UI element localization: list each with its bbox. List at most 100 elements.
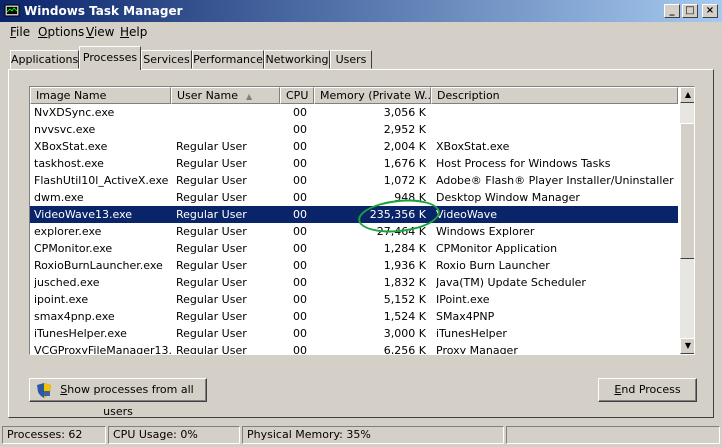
- end-process-button[interactable]: End Process: [598, 378, 697, 402]
- list-header: Image Name User Name ▲ CPU Memory (Privat…: [30, 87, 678, 104]
- cell-user-name: Regular User: [176, 310, 247, 323]
- arrow-up-icon: ▲: [684, 90, 692, 99]
- tab-services[interactable]: Services: [141, 50, 192, 69]
- cell-user-name: Regular User: [176, 191, 247, 204]
- column-cpu[interactable]: CPU: [280, 87, 314, 104]
- table-row[interactable]: CPMonitor.exe Regular User 00 1,284 K CPMoni…: [30, 240, 678, 257]
- menu-help[interactable]: Help: [120, 25, 147, 39]
- status-physical-memory: Physical Memory: 35%: [242, 426, 504, 444]
- vertical-scrollbar[interactable]: ▲ ▼: [680, 87, 694, 354]
- status-bar: Processes: 62 CPU Usage: 0% Physical Mem…: [0, 424, 722, 447]
- cell-memory: 1,284 K: [383, 242, 426, 255]
- cell-memory: 1,072 K: [383, 174, 426, 187]
- cell-user-name: Regular User: [176, 276, 247, 289]
- cell-user-name: Regular User: [176, 327, 247, 340]
- table-row[interactable]: VCGProxyFileManager13.... Regular User 00 6…: [30, 342, 678, 355]
- menu-file[interactable]: File: [10, 25, 30, 39]
- tab-users[interactable]: Users: [330, 50, 372, 69]
- task-manager-icon: [4, 4, 20, 17]
- cell-cpu: 00: [293, 259, 307, 272]
- cell-image-name: RoxioBurnLauncher.exe: [34, 259, 163, 272]
- close-icon: ×: [705, 5, 715, 16]
- cell-memory: 2,952 K: [383, 123, 426, 136]
- table-row[interactable]: dwm.exe Regular User 00 948 K Desktop Window…: [30, 189, 678, 206]
- cell-memory: 1,676 K: [383, 157, 426, 170]
- cell-user-name: Regular User: [176, 174, 247, 187]
- table-row[interactable]: jusched.exe Regular User 00 1,832 K Java(TM)…: [30, 274, 678, 291]
- cell-image-name: CPMonitor.exe: [34, 242, 113, 255]
- cell-description: IPoint.exe: [436, 293, 490, 306]
- cell-memory: 1,524 K: [383, 310, 426, 323]
- cell-user-name: Regular User: [176, 157, 247, 170]
- table-row[interactable]: taskhost.exe Regular User 00 1,676 K Host Pr…: [30, 155, 678, 172]
- table-row[interactable]: explorer.exe Regular User 00 27,464 K Window…: [30, 223, 678, 240]
- tab-performance[interactable]: Performance: [192, 50, 264, 69]
- cell-image-name: smax4pnp.exe: [34, 310, 115, 323]
- tab-strip: Applications Processes Services Performa…: [0, 46, 722, 70]
- process-list[interactable]: Image Name User Name ▲ CPU Memory (Privat…: [29, 86, 695, 355]
- minimize-icon: _: [669, 5, 675, 16]
- menu-options[interactable]: Options: [38, 25, 84, 39]
- cell-memory: 1,832 K: [383, 276, 426, 289]
- status-processes: Processes: 62: [2, 426, 106, 444]
- cell-image-name: jusched.exe: [34, 276, 100, 289]
- cell-description: Adobe® Flash® Player Installer/Uninstall…: [436, 174, 676, 187]
- column-image-name[interactable]: Image Name: [30, 87, 171, 104]
- menu-view[interactable]: View: [86, 25, 114, 39]
- table-row[interactable]: RoxioBurnLauncher.exe Regular User 00 1,936…: [30, 257, 678, 274]
- minimize-button[interactable]: _: [664, 4, 680, 18]
- cell-memory: 27,464 K: [376, 225, 426, 238]
- cell-memory: 235,356 K: [369, 208, 426, 221]
- table-row[interactable]: VideoWave13.exe Regular User 00 235,356 K Vi…: [30, 206, 678, 223]
- column-description[interactable]: Description: [431, 87, 678, 104]
- cell-cpu: 00: [293, 191, 307, 204]
- tab-applications[interactable]: Applications: [10, 50, 79, 69]
- cell-cpu: 00: [293, 242, 307, 255]
- cell-user-name: Regular User: [176, 208, 247, 221]
- cell-user-name: Regular User: [176, 242, 247, 255]
- tab-networking[interactable]: Networking: [264, 50, 330, 69]
- status-cpu-usage: CPU Usage: 0%: [108, 426, 240, 444]
- cell-cpu: 00: [293, 140, 307, 153]
- cell-memory: 1,936 K: [383, 259, 426, 272]
- cell-image-name: taskhost.exe: [34, 157, 104, 170]
- cell-image-name: explorer.exe: [34, 225, 102, 238]
- cell-cpu: 00: [293, 327, 307, 340]
- cell-cpu: 00: [293, 225, 307, 238]
- cell-cpu: 00: [293, 208, 307, 221]
- table-row[interactable]: FlashUtil10l_ActiveX.exe Regular User 00 1,…: [30, 172, 678, 189]
- maximize-button[interactable]: □: [682, 4, 698, 18]
- cell-cpu: 00: [293, 106, 307, 119]
- table-row[interactable]: NvXDSync.exe 00 3,056 K: [30, 104, 678, 121]
- table-row[interactable]: smax4pnp.exe Regular User 00 1,524 K SMax4PN…: [30, 308, 678, 325]
- cell-memory: 5,152 K: [383, 293, 426, 306]
- cell-user-name: Regular User: [176, 259, 247, 272]
- menu-bar: File Options View Help: [0, 23, 722, 41]
- scroll-thumb[interactable]: [680, 123, 694, 259]
- show-all-processes-button[interactable]: Show processes from all users: [29, 378, 207, 418]
- cell-image-name: nvvsvc.exe: [34, 123, 96, 136]
- cell-description: VideoWave: [436, 208, 498, 221]
- table-row[interactable]: iTunesHelper.exe Regular User 00 3,000 K iTu…: [30, 325, 678, 342]
- cell-cpu: 00: [293, 310, 307, 323]
- scroll-up-button[interactable]: ▲: [680, 87, 694, 103]
- tab-processes[interactable]: Processes: [79, 46, 141, 70]
- table-row[interactable]: ipoint.exe Regular User 00 5,152 K IPoint.ex…: [30, 291, 678, 308]
- cell-description: Desktop Window Manager: [436, 191, 580, 204]
- table-row[interactable]: nvvsvc.exe 00 2,952 K: [30, 121, 678, 138]
- cell-memory: 6,256 K: [383, 344, 426, 355]
- cell-image-name: ipoint.exe: [34, 293, 89, 306]
- cell-description: CPMonitor Application: [436, 242, 558, 255]
- column-user-name[interactable]: User Name ▲: [171, 87, 280, 104]
- cell-image-name: XBoxStat.exe: [34, 140, 108, 153]
- window-title: Windows Task Manager: [24, 4, 183, 18]
- cell-user-name: [176, 105, 276, 120]
- table-row[interactable]: XBoxStat.exe Regular User 00 2,004 K XBoxSta…: [30, 138, 678, 155]
- column-memory[interactable]: Memory (Private W...: [314, 87, 431, 104]
- close-button[interactable]: ×: [702, 4, 718, 18]
- cell-description: [436, 105, 676, 120]
- title-bar[interactable]: Windows Task Manager _ □ ×: [0, 0, 722, 22]
- cell-description: SMax4PNP: [436, 310, 495, 323]
- scroll-down-button[interactable]: ▼: [680, 338, 694, 354]
- status-empty: [506, 426, 720, 444]
